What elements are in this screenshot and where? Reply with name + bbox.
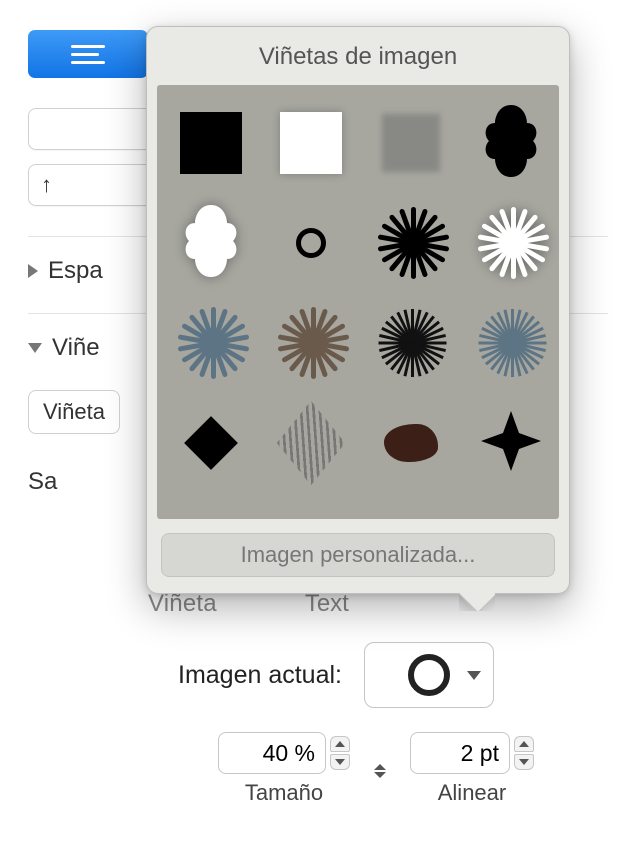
rays-steel-icon [476, 308, 546, 378]
diamond-black-icon [184, 416, 238, 470]
quatrefoil-white-icon [179, 201, 243, 286]
square-white-icon [280, 112, 342, 174]
align-stepper [514, 736, 534, 770]
align-step-up[interactable] [514, 736, 534, 752]
bullet-option-burst-brown[interactable] [263, 295, 359, 391]
bullet-option-quatrefoil-white[interactable] [163, 195, 259, 291]
align-field: Alinear [410, 732, 534, 806]
ring-icon [408, 654, 450, 696]
bullet-option-ring-black[interactable] [263, 195, 359, 291]
bullet-option-blob-brown[interactable] [363, 395, 459, 491]
bullet-option-square-white[interactable] [263, 95, 359, 191]
current-image-select[interactable] [364, 642, 494, 708]
burst-black-icon [376, 208, 446, 278]
quatrefoil-black-icon [479, 101, 543, 186]
popover-title: Viñetas de imagen [147, 27, 569, 85]
chevron-down-icon [467, 671, 481, 680]
bullet-option-star4-black[interactable] [463, 395, 559, 491]
size-input[interactable] [218, 732, 326, 774]
size-step-up[interactable] [330, 736, 350, 752]
align-step-down[interactable] [514, 754, 534, 770]
custom-image-button[interactable]: Imagen personalizada... [161, 533, 555, 577]
blob-brown-icon [384, 424, 438, 462]
size-caption: Tamaño [245, 780, 323, 806]
align-updown-icon [374, 764, 386, 778]
popover-tail [459, 591, 495, 611]
align-caption: Alinear [438, 780, 506, 806]
burst-steel-icon [176, 308, 246, 378]
spacing-label: Espa [48, 257, 103, 285]
bullet-option-quatrefoil-black[interactable] [463, 95, 559, 191]
bullet-type-select[interactable]: Viñeta [28, 390, 120, 434]
burst-brown-icon [276, 308, 346, 378]
bullet-option-burst-white[interactable] [463, 195, 559, 291]
burst-white-icon [476, 208, 546, 278]
vineta-caption: Viñeta [148, 590, 217, 618]
list-icon [71, 45, 105, 64]
scribble-gray-icon [277, 401, 345, 485]
current-image-label: Imagen actual: [178, 661, 342, 690]
image-bullets-popover: Viñetas de imagen Imagen personalizada..… [146, 26, 570, 594]
square-black-icon [180, 112, 242, 174]
bullet-option-square-black[interactable] [163, 95, 259, 191]
chevron-right-icon [28, 264, 38, 278]
bullet-type-value: Viñeta [43, 399, 105, 425]
bullet-option-burst-black[interactable] [363, 195, 459, 291]
texto-caption: Text [305, 590, 349, 618]
bullet-option-scribble-gray[interactable] [263, 395, 359, 491]
chevron-down-icon [28, 343, 42, 353]
star4-black-icon [479, 409, 543, 478]
align-input[interactable] [410, 732, 510, 774]
ring-black-icon [296, 228, 326, 258]
bullet-option-rays-black[interactable] [363, 295, 459, 391]
bullet-grid-scroll[interactable] [157, 85, 559, 519]
bullet-option-diamond-black[interactable] [163, 395, 259, 491]
list-style-button[interactable] [28, 30, 148, 78]
bullet-controls: Viñeta Text Imagen actual: Tamaño [28, 590, 608, 806]
bullets-label: Viñe [52, 334, 100, 362]
bullet-option-burst-steel[interactable] [163, 295, 259, 391]
rays-black-icon [376, 308, 446, 378]
size-step-down[interactable] [330, 754, 350, 770]
size-field: Tamaño [218, 732, 350, 806]
size-stepper [330, 736, 350, 770]
bullet-option-rays-steel[interactable] [463, 295, 559, 391]
bullet-option-square-gray[interactable] [363, 95, 459, 191]
square-gray-icon [382, 114, 440, 172]
